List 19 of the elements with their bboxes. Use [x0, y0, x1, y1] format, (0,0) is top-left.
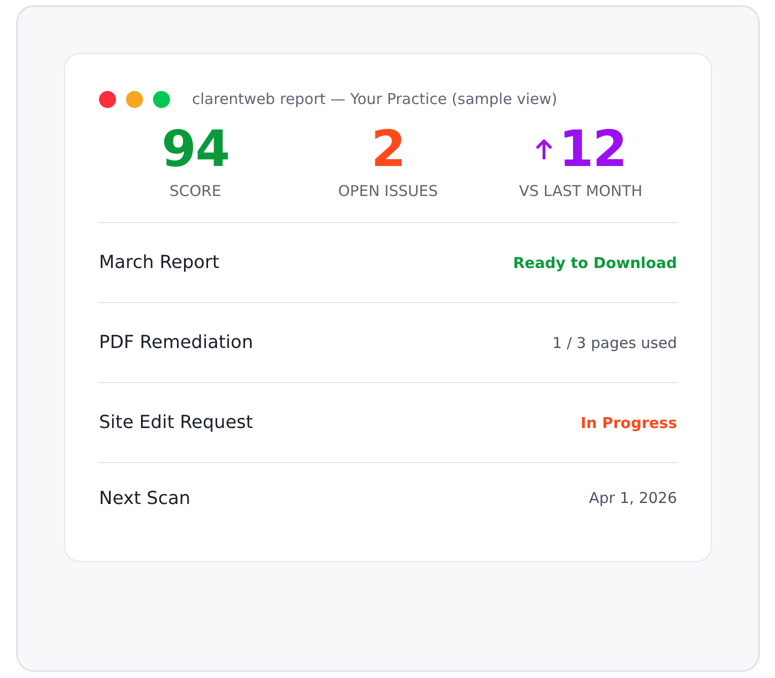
stat-label: VS LAST MONTH	[518, 182, 642, 200]
window-title: clarentweb report — Your Practice (sample view)	[192, 90, 558, 108]
row-status: Ready to Download	[513, 254, 677, 272]
up-arrow-icon	[534, 137, 553, 161]
stat-label: SCORE	[169, 182, 222, 200]
maximize-dot-icon	[153, 90, 170, 108]
stat-value: 94	[162, 119, 230, 180]
row-label: Next Scan	[99, 488, 190, 508]
stat-value: 2	[371, 119, 405, 180]
row-status: In Progress	[580, 414, 677, 432]
row-status: 1 / 3 pages used	[552, 334, 677, 352]
minimize-dot-icon	[126, 90, 143, 108]
row-status: Apr 1, 2026	[589, 489, 677, 507]
stat-label: OPEN ISSUES	[338, 182, 438, 200]
row-label: Site Edit Request	[99, 412, 253, 433]
close-dot-icon	[99, 90, 116, 108]
stat-value: 12	[558, 119, 626, 180]
row-label: March Report	[99, 252, 220, 273]
row-label: PDF Remediation	[99, 332, 254, 353]
